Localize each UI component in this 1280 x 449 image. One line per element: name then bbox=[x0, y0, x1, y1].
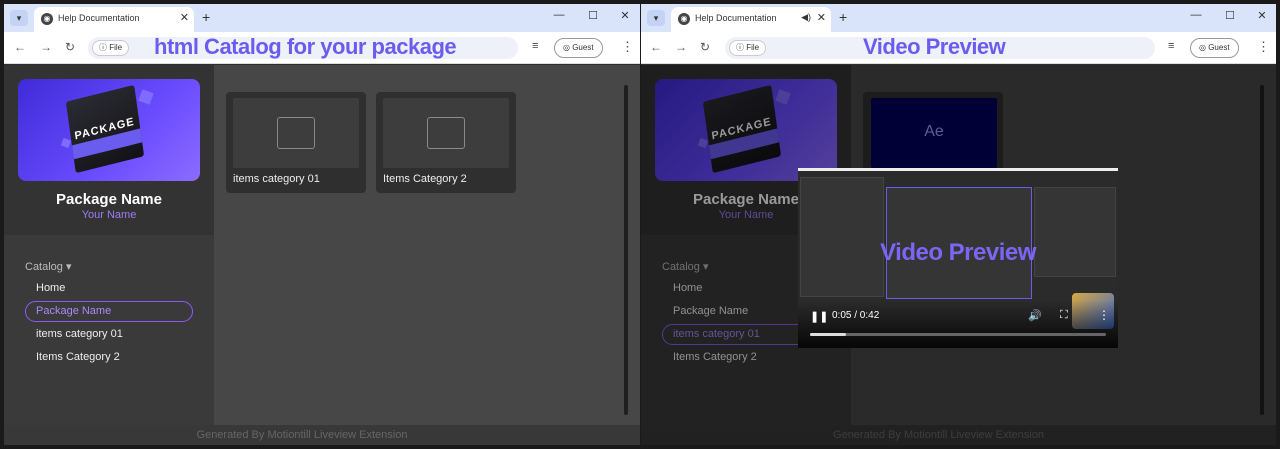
folder-card[interactable]: items category 01 bbox=[226, 92, 366, 193]
package-card: PACKAGE Package Name Your Name bbox=[4, 65, 214, 235]
decor-cube bbox=[60, 137, 72, 149]
main-area: items category 01 Items Category 2 bbox=[214, 65, 640, 425]
folder-icon bbox=[427, 117, 465, 149]
plus-icon[interactable]: + bbox=[839, 9, 847, 25]
globe-icon: ◉ bbox=[41, 13, 53, 25]
video-progress-fill bbox=[810, 333, 846, 336]
arrow-right-icon[interactable]: → bbox=[40, 40, 52, 54]
chevron-down-icon[interactable]: ▾ bbox=[10, 10, 28, 26]
reading-list-icon[interactable]: ≡ bbox=[1168, 40, 1174, 52]
video-ui-panel bbox=[800, 177, 884, 297]
tab-help-documentation[interactable]: ◉ Help Documentation ◀) ✕ bbox=[671, 7, 831, 32]
folder-label: Items Category 2 bbox=[383, 173, 467, 185]
catalog-dropdown[interactable]: Catalog ▾ bbox=[25, 260, 72, 273]
maximize-icon[interactable]: ☐ bbox=[1223, 9, 1237, 22]
page-content: PACKAGE Package Name Your Name Catalog ▾… bbox=[641, 65, 1276, 445]
video-player[interactable]: Video Preview ❚❚ 0:05 / 0:42 🔊 ⛶ ⋮ bbox=[798, 168, 1118, 348]
package-name: Package Name bbox=[56, 191, 162, 208]
reload-icon[interactable]: ↻ bbox=[700, 40, 710, 54]
minimize-icon[interactable]: — bbox=[552, 9, 566, 21]
video-time: 0:05 / 0:42 bbox=[832, 310, 880, 321]
globe-icon: ◉ bbox=[678, 13, 690, 25]
overlay-title: Video Preview bbox=[863, 34, 1006, 59]
maximize-icon[interactable]: ☐ bbox=[586, 9, 600, 22]
nav-item-category-01[interactable]: items category 01 bbox=[25, 324, 193, 345]
info-icon: ⓘ bbox=[99, 43, 110, 52]
caret-down-icon: ▾ bbox=[65, 261, 72, 273]
nav-item-home[interactable]: Home bbox=[25, 278, 193, 299]
info-icon: ⓘ bbox=[736, 43, 747, 52]
folder-label: items category 01 bbox=[233, 173, 320, 185]
video-progress-bar[interactable] bbox=[810, 333, 1106, 336]
tab-title: Help Documentation bbox=[695, 13, 777, 23]
package-author: Your Name bbox=[81, 209, 137, 221]
kebab-menu-icon[interactable]: ⋮ bbox=[1098, 308, 1110, 322]
tab-help-documentation[interactable]: ◉ Help Documentation ✕ bbox=[34, 7, 194, 32]
folder-icon bbox=[277, 117, 315, 149]
site-info-chip[interactable]: ⓘ File bbox=[92, 40, 130, 56]
profile-button[interactable]: ◎ Guest bbox=[554, 38, 603, 58]
scrollbar[interactable] bbox=[624, 85, 628, 415]
close-window-icon[interactable]: ✕ bbox=[1255, 9, 1269, 22]
folder-card[interactable]: Items Category 2 bbox=[376, 92, 516, 193]
fullscreen-icon[interactable]: ⛶ bbox=[1060, 309, 1068, 322]
nav-item-category-2[interactable]: Items Category 2 bbox=[25, 347, 193, 368]
minimize-icon[interactable]: — bbox=[1189, 9, 1203, 21]
folder-thumb bbox=[233, 98, 359, 168]
profile-icon: ◎ bbox=[563, 43, 573, 52]
reload-icon[interactable]: ↻ bbox=[65, 40, 75, 54]
site-info-chip[interactable]: ⓘ File bbox=[729, 40, 767, 56]
browser-window-left: ▾ ◉ Help Documentation ✕ + — ☐ ✕ ← → ↻ ⓘ… bbox=[4, 4, 640, 445]
close-icon[interactable]: ✕ bbox=[180, 11, 189, 24]
profile-button[interactable]: ◎ Guest bbox=[1190, 38, 1239, 58]
close-window-icon[interactable]: ✕ bbox=[618, 9, 632, 22]
pause-icon[interactable]: ❚❚ bbox=[810, 310, 828, 323]
chevron-down-icon[interactable]: ▾ bbox=[647, 10, 665, 26]
profile-icon: ◎ bbox=[1199, 43, 1209, 52]
package-box-image: PACKAGE bbox=[65, 84, 145, 174]
arrow-left-icon[interactable]: ← bbox=[650, 40, 662, 54]
volume-icon[interactable]: 🔊 bbox=[1028, 309, 1042, 322]
browser-window-right: ▾ ◉ Help Documentation ◀) ✕ + — ☐ ✕ ← → … bbox=[641, 4, 1276, 445]
reading-list-icon[interactable]: ≡ bbox=[532, 40, 538, 52]
kebab-menu-icon[interactable]: ⋮ bbox=[1257, 39, 1270, 55]
arrow-right-icon[interactable]: → bbox=[675, 40, 687, 54]
overlay-title: html Catalog for your package bbox=[154, 34, 457, 59]
folder-thumb bbox=[383, 98, 509, 168]
video-title: Video Preview bbox=[880, 239, 1036, 266]
sidebar: PACKAGE Package Name Your Name Catalog ▾… bbox=[4, 65, 214, 425]
package-thumbnail: PACKAGE bbox=[18, 79, 200, 181]
tab-bar: ▾ ◉ Help Documentation ✕ + — ☐ ✕ bbox=[4, 4, 640, 32]
page-content: PACKAGE Package Name Your Name Catalog ▾… bbox=[4, 65, 640, 445]
footer: Generated By Motiontill Liveview Extensi… bbox=[4, 425, 640, 445]
close-icon[interactable]: ✕ bbox=[817, 11, 826, 24]
kebab-menu-icon[interactable]: ⋮ bbox=[621, 39, 634, 55]
arrow-left-icon[interactable]: ← bbox=[14, 40, 26, 54]
nav-item-package-name[interactable]: Package Name bbox=[25, 301, 193, 322]
speaker-icon[interactable]: ◀) bbox=[801, 12, 811, 23]
decor-cube bbox=[138, 89, 154, 105]
tab-bar: ▾ ◉ Help Documentation ◀) ✕ + — ☐ ✕ bbox=[641, 4, 1276, 32]
plus-icon[interactable]: + bbox=[202, 9, 210, 25]
video-controls: ❚❚ 0:05 / 0:42 🔊 ⛶ ⋮ bbox=[798, 300, 1118, 348]
tab-title: Help Documentation bbox=[58, 13, 140, 23]
